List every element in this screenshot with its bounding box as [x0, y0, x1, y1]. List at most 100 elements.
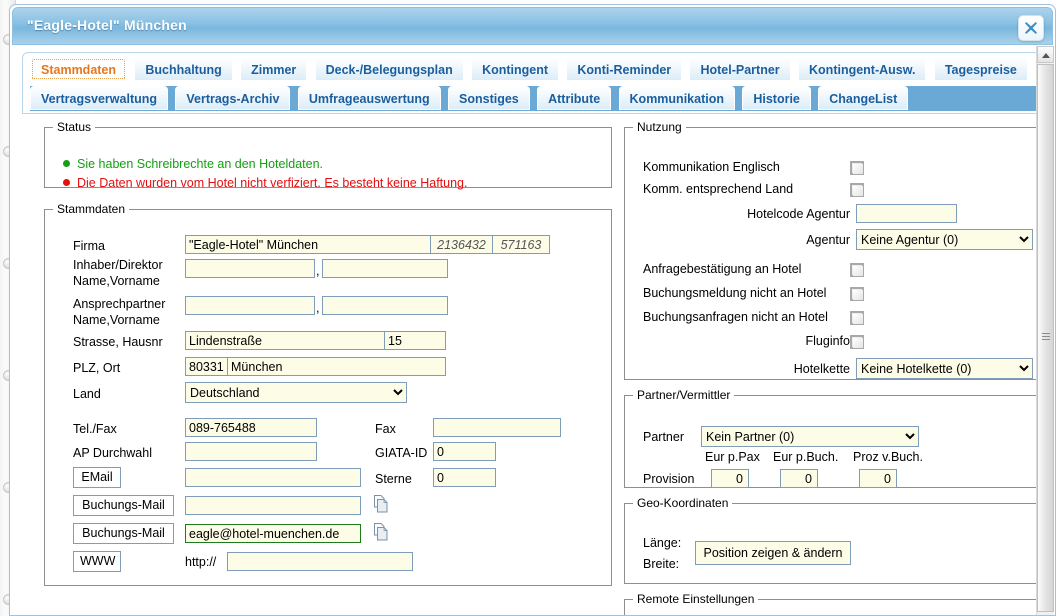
input-giata-id[interactable]: [433, 442, 496, 461]
input-firma[interactable]: [185, 235, 431, 254]
label-inhaber-line2: Name,Vorname: [73, 274, 160, 288]
input-ap-durchwahl[interactable]: [185, 442, 317, 461]
scroll-up-arrow-icon[interactable]: [1037, 46, 1054, 63]
input-inhaber-name[interactable]: [185, 259, 315, 278]
input-ort[interactable]: [227, 357, 446, 376]
label-giata-id: GIATA-ID: [375, 446, 428, 460]
buchungs-mail-button-2[interactable]: Buchungs-Mail: [73, 523, 174, 544]
partner-vermittler-group: Partner/Vermittler Partner Kein Partner …: [624, 388, 1039, 488]
status-bullet-red: [63, 179, 70, 186]
label-ap-durchwahl: AP Durchwahl: [73, 446, 152, 460]
buchungs-mail-button-1[interactable]: Buchungs-Mail: [73, 495, 174, 516]
tab-hotel-partner[interactable]: Hotel-Partner: [689, 57, 791, 81]
input-www[interactable]: [227, 552, 413, 571]
input-plz[interactable]: [185, 357, 228, 376]
label-plz-ort: PLZ, Ort: [73, 361, 121, 375]
label-strasse: Strasse, Hausnr: [73, 335, 163, 349]
checkbox-komm-entsprechend-land[interactable]: [850, 183, 864, 197]
label-hotelcode-agentur: Hotelcode Agentur: [747, 207, 850, 221]
dialog-titlebar: "Eagle-Hotel" München: [12, 7, 1053, 45]
label-sterne: Sterne: [375, 472, 412, 486]
copy-icon-2[interactable]: [372, 523, 389, 541]
input-buchungs-mail-2[interactable]: [185, 524, 361, 543]
tab-changelist[interactable]: ChangeList: [818, 86, 909, 110]
tab-stammdaten[interactable]: Stammdaten: [30, 57, 128, 81]
select-agentur[interactable]: Keine Agentur (0): [856, 229, 1033, 250]
input-tel[interactable]: [185, 418, 317, 437]
input-firma-id1[interactable]: [430, 235, 493, 254]
label-fluginfo: Fluginfo: [805, 334, 850, 348]
nutzung-group: Nutzung Kommunikation Englisch Komm. ent…: [624, 120, 1039, 380]
partner-legend: Partner/Vermittler: [637, 388, 731, 402]
input-provision-proz-buch[interactable]: [859, 469, 897, 488]
position-zeigen-aendern-button[interactable]: Position zeigen & ändern: [695, 541, 851, 565]
input-ansprechpartner-vorname[interactable]: [322, 296, 448, 315]
label-proz-v-buch: Proz v.Buch.: [853, 450, 923, 464]
checkbox-fluginfo[interactable]: [850, 335, 864, 349]
tab-konti-reminder[interactable]: Konti-Reminder: [566, 57, 683, 81]
tab-row-2: Vertragsverwaltung Vertrags-Archiv Umfra…: [30, 86, 912, 112]
select-land[interactable]: Deutschland: [185, 382, 407, 403]
label-hotelkette: Hotelkette: [793, 362, 850, 376]
tab-zimmer[interactable]: Zimmer: [240, 57, 308, 81]
label-buchungsmeldung: Buchungsmeldung nicht an Hotel: [643, 286, 827, 300]
geo-koordinaten-group: Geo-Koordinaten Länge: Breite: Position …: [624, 496, 1039, 584]
status-line-write-rights: Sie haben Schreibrechte an den Hoteldate…: [63, 157, 323, 171]
input-provision-eur-pax[interactable]: [711, 469, 749, 488]
input-strasse[interactable]: [185, 331, 385, 350]
tab-buchhaltung[interactable]: Buchhaltung: [134, 57, 233, 81]
checkbox-buchungsmeldung[interactable]: [850, 287, 864, 301]
www-button[interactable]: WWW: [73, 551, 121, 572]
input-provision-eur-buch[interactable]: [780, 469, 818, 488]
tab-attribute[interactable]: Attribute: [537, 86, 612, 110]
email-button[interactable]: EMail: [73, 467, 121, 488]
separator-comma-ansprechpartner: ,: [316, 301, 320, 315]
label-ansprechpartner-line2: Name,Vorname: [73, 313, 160, 327]
input-buchungs-mail-1[interactable]: [185, 496, 361, 515]
tab-row-1: Stammdaten Buchhaltung Zimmer Deck-/Bele…: [30, 57, 1039, 83]
label-laenge: Länge:: [643, 536, 682, 550]
input-email[interactable]: [185, 468, 361, 487]
input-inhaber-vorname[interactable]: [322, 259, 448, 278]
label-inhaber-line1: Inhaber/Direktor: [73, 258, 163, 272]
close-button[interactable]: [1018, 15, 1044, 41]
checkbox-anfragebestaetigung[interactable]: [850, 263, 864, 277]
tab-historie[interactable]: Historie: [742, 86, 811, 110]
tab-kontingent[interactable]: Kontingent: [471, 57, 560, 81]
copy-icon[interactable]: [372, 495, 389, 513]
tab-vertrags-archiv[interactable]: Vertrags-Archiv: [175, 86, 291, 110]
dialog-vertical-scrollbar[interactable]: [1036, 46, 1054, 615]
tab-tagespreise[interactable]: Tagespreise: [933, 57, 1028, 81]
input-sterne[interactable]: [433, 468, 496, 487]
tab-vertragsverwaltung[interactable]: Vertragsverwaltung: [30, 86, 169, 110]
input-firma-id2[interactable]: [492, 235, 550, 254]
scrollbar-thumb[interactable]: [1037, 64, 1054, 612]
label-kommunikation-englisch: Kommunikation Englisch: [643, 160, 780, 174]
input-fax[interactable]: [433, 418, 561, 437]
tab-content-stammdaten: Status Sie haben Schreibrechte an den Ho…: [22, 114, 1040, 615]
tab-kommunikation[interactable]: Kommunikation: [618, 86, 735, 110]
select-hotelkette[interactable]: Keine Hotelkette (0): [856, 358, 1033, 379]
checkbox-buchungsanfragen[interactable]: [850, 311, 864, 325]
input-hotelcode-agentur[interactable]: [856, 204, 957, 223]
tab-umfrageauswertung[interactable]: Umfrageauswertung: [297, 86, 441, 110]
label-anfragebestaetigung: Anfragebestätigung an Hotel: [643, 262, 802, 276]
input-hausnr[interactable]: [384, 331, 446, 350]
tab-deck-belegungsplan[interactable]: Deck-/Belegungsplan: [314, 57, 464, 81]
copy-pages-icon: [374, 523, 388, 541]
label-tel-fax: Tel./Fax: [73, 422, 117, 436]
input-ansprechpartner-name[interactable]: [185, 296, 315, 315]
label-fax: Fax: [375, 422, 396, 436]
label-provision: Provision: [643, 472, 695, 486]
label-http-prefix: http://: [185, 555, 217, 569]
select-partner[interactable]: Kein Partner (0): [701, 426, 919, 447]
dialog-title: "Eagle-Hotel" München: [27, 17, 187, 33]
tab-sonstiges[interactable]: Sonstiges: [448, 86, 530, 110]
tab-bar: Stammdaten Buchhaltung Zimmer Deck-/Bele…: [22, 52, 1040, 114]
status-line-not-verified: Die Daten wurden vom Hotel nicht verfizi…: [63, 176, 467, 190]
tab-kontingent-ausw[interactable]: Kontingent-Ausw.: [798, 57, 927, 81]
label-eur-p-buch: Eur p.Buch.: [773, 450, 839, 464]
checkbox-kommunikation-englisch[interactable]: [850, 161, 864, 175]
scrollbar-grip-icon: [1042, 333, 1050, 341]
status-legend: Status: [57, 120, 92, 134]
